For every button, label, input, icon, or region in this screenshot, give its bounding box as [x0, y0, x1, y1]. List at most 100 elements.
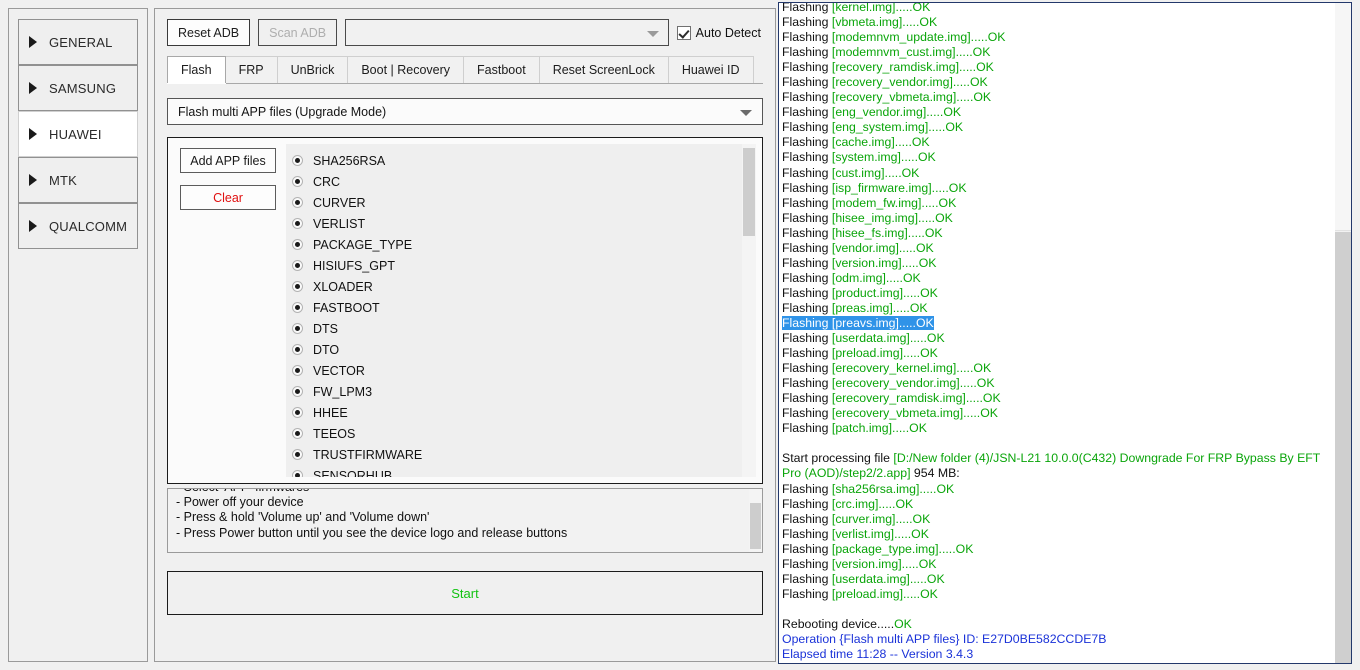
sidebar-item-huawei[interactable]: HUAWEI: [18, 111, 138, 157]
log-line-prefix: Flashing: [782, 361, 832, 376]
log-line-flash: Flashing [isp_firmware.img].....OK: [782, 181, 1335, 196]
log-line-prefix: Flashing: [782, 3, 832, 14]
log-line-flash: Flashing [cust.img].....OK: [782, 166, 1335, 181]
log-line-file: [eng_system.img].....OK: [831, 120, 964, 135]
add-app-files-button[interactable]: Add APP files: [180, 148, 276, 173]
sidebar-item-label: MTK: [49, 172, 78, 188]
list-item[interactable]: TEEOS: [292, 423, 756, 444]
log-line-file: [product.img].....OK: [831, 285, 938, 300]
log-line-flash: Flashing [erecovery_ramdisk.img].....OK: [782, 391, 1335, 406]
radio-bullet-icon: [292, 365, 303, 376]
radio-bullet-icon: [292, 323, 303, 334]
log-line-flash: Flashing [version.img].....OK: [782, 256, 1335, 271]
radio-bullet-icon: [292, 281, 303, 292]
log-line-info: Elapsed time 11:28 -- Version 3.4.3: [782, 647, 1335, 662]
instructions-scroll-thumb[interactable]: [750, 503, 761, 549]
clear-button[interactable]: Clear: [180, 185, 276, 210]
log-line-file: [modemnvm_cust.img].....OK: [831, 45, 991, 60]
sidebar-item-general[interactable]: GENERAL: [18, 19, 138, 65]
log-line-prefix: Flashing: [782, 406, 832, 421]
log-line-prefix: Flashing: [782, 240, 832, 255]
auto-detect-checkbox[interactable]: Auto Detect: [676, 25, 763, 40]
list-item[interactable]: SHA256RSA: [292, 150, 756, 171]
start-button[interactable]: Start: [167, 571, 763, 615]
tab-bar: Flash FRP UnBrick Boot | Recovery Fastboot Re…: [167, 56, 763, 84]
sidebar-item-mtk[interactable]: MTK: [18, 157, 138, 203]
sidebar-item-samsung[interactable]: SAMSUNG: [18, 65, 138, 111]
list-item[interactable]: FW_LPM3: [292, 381, 756, 402]
tab-flash[interactable]: Flash: [167, 56, 226, 83]
log-line-file: [userdata.img].....OK: [831, 571, 945, 586]
log-line-file: [modem_fw.img].....OK: [831, 195, 957, 210]
list-item[interactable]: TRUSTFIRMWARE: [292, 444, 756, 465]
log-line-prefix: Flashing: [782, 15, 832, 30]
list-item-label: VECTOR: [313, 363, 365, 378]
scan-adb-button[interactable]: Scan ADB: [258, 19, 338, 46]
log-line-file: [system.img].....OK: [831, 150, 936, 165]
instruction-line: - Power off your device: [176, 495, 304, 510]
tab-huawei-id[interactable]: Huawei ID: [667, 56, 754, 83]
log-line-flash: Flashing [modemnvm_update.img].....OK: [782, 30, 1335, 45]
instructions-scrollbar[interactable]: [749, 489, 762, 552]
list-item[interactable]: PACKAGE_TYPE: [292, 234, 756, 255]
log-line-flash: Flashing [kernel.img].....OK: [782, 3, 1335, 15]
list-item[interactable]: HHEE: [292, 402, 756, 423]
log-line-prefix: Flashing: [782, 556, 832, 571]
log-line-prefix: Flashing: [782, 165, 832, 180]
log-output[interactable]: Flashing [kernel.img].....OK Flashing [vb…: [779, 3, 1335, 663]
log-line-prefix: Flashing: [782, 45, 832, 60]
firmware-list-scrollbar[interactable]: [742, 144, 756, 477]
firmware-list-scroll-thumb[interactable]: [743, 148, 755, 236]
tab-fastboot[interactable]: Fastboot: [463, 56, 540, 83]
log-line-flash: Flashing [curver.img].....OK: [782, 512, 1335, 527]
log-line-flash: Flashing [recovery_vbmeta.img].....OK: [782, 90, 1335, 105]
list-item-label: FW_LPM3: [313, 384, 373, 399]
log-line-prefix: Flashing: [782, 421, 832, 436]
log-line-flash: Flashing [system.img].....OK: [782, 150, 1335, 165]
tab-reset-screenlock[interactable]: Reset ScreenLock: [538, 56, 669, 83]
list-item-label: FASTBOOT: [313, 300, 380, 315]
device-select[interactable]: [345, 19, 669, 46]
triangle-right-icon: [29, 36, 37, 48]
list-item[interactable]: DTO: [292, 339, 756, 360]
auto-detect-label: Auto Detect: [695, 25, 761, 40]
list-item[interactable]: SENSORHUB: [292, 465, 756, 477]
log-scrollbar[interactable]: [1335, 3, 1351, 663]
log-line-flash: Flashing [userdata.img].....OK: [782, 572, 1335, 587]
radio-bullet-icon: [292, 197, 303, 208]
log-line-file: [preload.img].....OK: [831, 586, 938, 601]
list-item[interactable]: FASTBOOT: [292, 297, 756, 318]
log-line-flash: Flashing [recovery_vendor.img].....OK: [782, 75, 1335, 90]
log-scroll-track[interactable]: [1335, 232, 1351, 663]
instruction-line: - Press & hold 'Volume up' and 'Volume d…: [176, 510, 430, 525]
log-line-flash: Flashing [erecovery_vendor.img].....OK: [782, 376, 1335, 391]
log-line-prefix: Flashing: [782, 571, 832, 586]
brand-sidebar: GENERAL SAMSUNG HUAWEI MTK QUALCOMM: [8, 8, 148, 662]
log-blank-line: [782, 602, 1335, 617]
list-item[interactable]: XLOADER: [292, 276, 756, 297]
list-item[interactable]: VECTOR: [292, 360, 756, 381]
log-line-flash: Flashing [preas.img].....OK: [782, 301, 1335, 316]
reset-adb-button[interactable]: Reset ADB: [167, 19, 251, 46]
application-window: GENERAL SAMSUNG HUAWEI MTK QUALCOMM Reset AD…: [0, 0, 1360, 670]
log-line-prefix: Flashing: [782, 391, 832, 406]
log-line-flash: Flashing [verlist.img].....OK: [782, 527, 1335, 542]
list-item[interactable]: CURVER: [292, 192, 756, 213]
log-line-flash: Flashing [hisee_fs.img].....OK: [782, 226, 1335, 241]
list-item[interactable]: HISIUFS_GPT: [292, 255, 756, 276]
log-selection-highlight[interactable]: Flashing [preavs.img].....OK: [782, 315, 934, 330]
log-line-prefix: Flashing: [782, 541, 832, 556]
sidebar-item-qualcomm[interactable]: QUALCOMM: [18, 203, 138, 249]
radio-bullet-icon: [292, 470, 303, 477]
tab-unbrick[interactable]: UnBrick: [276, 56, 349, 83]
log-line-prefix: Flashing: [782, 210, 832, 225]
flash-mode-select[interactable]: Flash multi APP files (Upgrade Mode): [167, 98, 763, 125]
log-scroll-thumb[interactable]: [1335, 3, 1351, 231]
tab-boot-recovery[interactable]: Boot | Recovery: [347, 56, 465, 83]
list-item[interactable]: DTS: [292, 318, 756, 339]
log-line-flash: Flashing [userdata.img].....OK: [782, 331, 1335, 346]
list-item[interactable]: VERLIST: [292, 213, 756, 234]
tab-frp[interactable]: FRP: [224, 56, 278, 83]
list-item[interactable]: CRC: [292, 171, 756, 192]
log-line-flash: Flashing [recovery_ramdisk.img].....OK: [782, 60, 1335, 75]
